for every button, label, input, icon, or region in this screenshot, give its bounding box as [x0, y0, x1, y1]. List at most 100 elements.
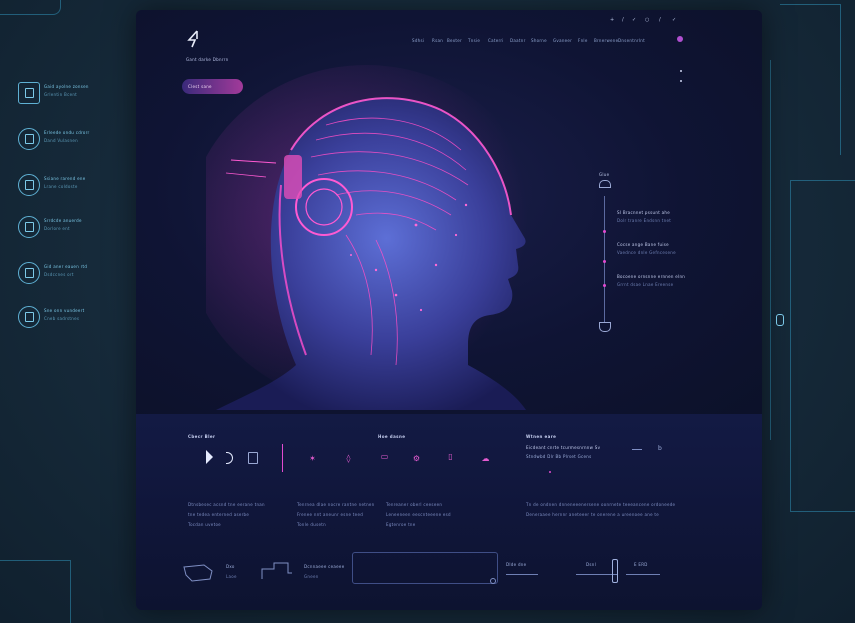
nav-item[interactable]: Gvaneer	[553, 38, 572, 43]
feature-item[interactable]: Gaid ayolne zonsen Grlentin Bcent	[18, 78, 128, 112]
footer-label: E ERD	[634, 562, 648, 567]
nav-item[interactable]: Fnle	[578, 38, 588, 43]
section-title: Hoe dasne	[378, 434, 406, 439]
timeline-dot	[603, 284, 606, 287]
feature-title: Srrdcde anuerde	[44, 218, 82, 223]
paragraph-line: tne tedea enterned aserbe	[188, 512, 250, 517]
circle-icon[interactable]: ○	[645, 17, 649, 23]
footer-line	[626, 574, 660, 575]
feature-subtitle: Dand Vulasnen	[44, 138, 78, 143]
pin-icon	[599, 322, 611, 332]
circuit-line	[790, 180, 855, 512]
nav-item[interactable]: Bexter	[447, 38, 462, 43]
nav-item[interactable]: Dnsentnrlnt	[618, 38, 645, 43]
feature-title: Gid aner eauen rtd	[44, 264, 88, 269]
check-icon[interactable]: ✓	[672, 17, 676, 23]
feature-item[interactable]: Gid aner eauen rtd Dsdccnes ort	[18, 258, 128, 292]
shield-icon[interactable]: ◊	[344, 454, 353, 463]
vr-headset-icon	[183, 564, 213, 582]
plus-icon[interactable]: +	[610, 17, 614, 23]
cloud-icon	[18, 262, 40, 284]
check-icon[interactable]: ✓	[632, 17, 636, 23]
timeline-item-title: Sl Bracnnet pssunt ahe	[617, 210, 670, 215]
paragraph-line: Tenreaner oberl ceeseen	[386, 502, 443, 507]
paragraph-line: Frenee nnt aneunr esne teed	[297, 512, 364, 517]
timeline: Glue Sl Bracnnet pssunt ahe Dolr tranre …	[599, 172, 713, 348]
file-icon[interactable]: ▯	[446, 452, 455, 461]
paragraph-line: Leneeneen eescnteeene esd	[386, 512, 451, 517]
paragraph-line: Dtnsbesec acsnd tne eerane tnan	[188, 502, 265, 507]
footer-sub: Laoe	[226, 574, 237, 579]
feature-subtitle: Lrane coldoste	[44, 184, 78, 189]
circuit-line	[0, 0, 61, 15]
monitor-icon[interactable]: ▭	[380, 452, 389, 461]
paragraph-line: Tocdan uvetoe	[188, 522, 221, 527]
document-icon[interactable]	[248, 452, 258, 464]
circuit-line	[0, 560, 71, 623]
timeline-dot	[603, 260, 606, 263]
main-card: Gant darke Dbnrrn Sdhsi Rsan Bexter Tnsi…	[136, 10, 762, 610]
cta-button[interactable]: Clest sane	[182, 79, 243, 94]
timeline-item-sub: Dolr tranre Endsnn tnet	[617, 218, 672, 223]
person-icon	[18, 128, 40, 150]
feature-title: Sne onn vundeert	[44, 308, 85, 313]
feature-subtitle: Dorlore ent	[44, 226, 70, 231]
feature-item[interactable]: Srrdcde anuerde Dorlore ent	[18, 212, 128, 246]
info-section: Cbecr Bler Hoe dasne ✶ ◊ ▭ ⚙ ▯ ☁ Wtnen e…	[136, 414, 762, 610]
slash-icon[interactable]: /	[622, 17, 624, 23]
bug-icon[interactable]: ✶	[308, 454, 317, 463]
feature-subtitle: Dsdccnes ort	[44, 272, 74, 277]
footer-sub: Gneen	[304, 574, 319, 579]
feature-item[interactable]: Sne onn vundeert Cneb sadrstnes	[18, 302, 128, 336]
toggle-line[interactable]	[632, 449, 642, 450]
brand-name: Gant darke Dbnrrn	[186, 57, 229, 62]
timeline-item-sub: Grrnt dsae Lnae Ereense	[617, 282, 674, 287]
paragraph-line: Tn de ondnen dnneneeenersene oonrnete te…	[526, 502, 676, 507]
section-title: Wtnen eare	[526, 434, 557, 439]
half-circle-icon[interactable]	[226, 452, 233, 464]
divider	[282, 444, 283, 472]
feature-title: Ssiane rarend ene	[44, 176, 86, 181]
timeline-item-title: Cocse ange Bane fuise	[617, 242, 669, 247]
paragraph-line: Deneraaee hernnr aneteeer te onerene a u…	[526, 512, 660, 517]
feature-subtitle: Cneb sadrstnes	[44, 316, 80, 321]
dot-indicator	[680, 80, 682, 82]
nav-item[interactable]: Tnsie	[468, 38, 480, 43]
footer-label: Dxo	[226, 564, 235, 569]
scroll-handle[interactable]	[612, 559, 618, 583]
hero-section: Gant darke Dbnrrn Sdhsi Rsan Bexter Tnsi…	[136, 10, 762, 414]
ai-head-illustration	[206, 65, 546, 410]
section-title: Cbecr Bler	[188, 434, 216, 439]
head-icon	[599, 180, 611, 188]
brand-logo[interactable]	[186, 30, 202, 48]
feature-item[interactable]: Ssiane rarend ene Lrane coldoste	[18, 170, 128, 204]
frame-knob	[776, 314, 784, 326]
feature-item[interactable]: Erleede ondu cdrorr Dand Vulasnen	[18, 124, 128, 158]
timeline-dot	[603, 230, 606, 233]
timeline-item-sub: Vaednce dnle Gefncesene	[617, 250, 676, 255]
nav-item[interactable]: Caterri	[488, 38, 504, 43]
feature-subtitle: Grlentin Bcent	[44, 92, 78, 97]
nav-item[interactable]: Rsan	[432, 38, 443, 43]
feature-title: Gaid ayolne zonsen	[44, 84, 89, 89]
paragraph-line: Egtenroe tne	[386, 522, 416, 527]
dot-indicator	[680, 70, 682, 72]
timeline-item-title: Bocoene ornsnne ernnen elnn	[617, 274, 686, 279]
nav-item[interactable]: Daatnr	[510, 38, 526, 43]
cloud-icon[interactable]: ☁	[481, 454, 490, 463]
nav-item[interactable]: Shorne	[531, 38, 547, 43]
gear-icon[interactable]: ⚙	[412, 454, 421, 463]
b-icon[interactable]: b	[658, 446, 662, 452]
chip-icon	[18, 216, 40, 238]
timeline-line	[604, 196, 605, 322]
nav-item[interactable]: Sdhsi	[412, 38, 424, 43]
section-subtitle: Stndwbd Dlr Bb Plrset Gcens	[526, 454, 592, 459]
play-icon[interactable]	[206, 450, 213, 464]
profile-dot-icon[interactable]	[677, 36, 683, 42]
chart-icon	[18, 174, 40, 196]
paragraph-line: Tenrnea dlae nocre rantne netnen	[297, 502, 375, 507]
footer-label: Dsnl	[586, 562, 597, 567]
slash-icon[interactable]: /	[659, 17, 661, 23]
nav-item[interactable]: Brnerwene	[594, 38, 618, 43]
footer-line	[506, 574, 538, 575]
